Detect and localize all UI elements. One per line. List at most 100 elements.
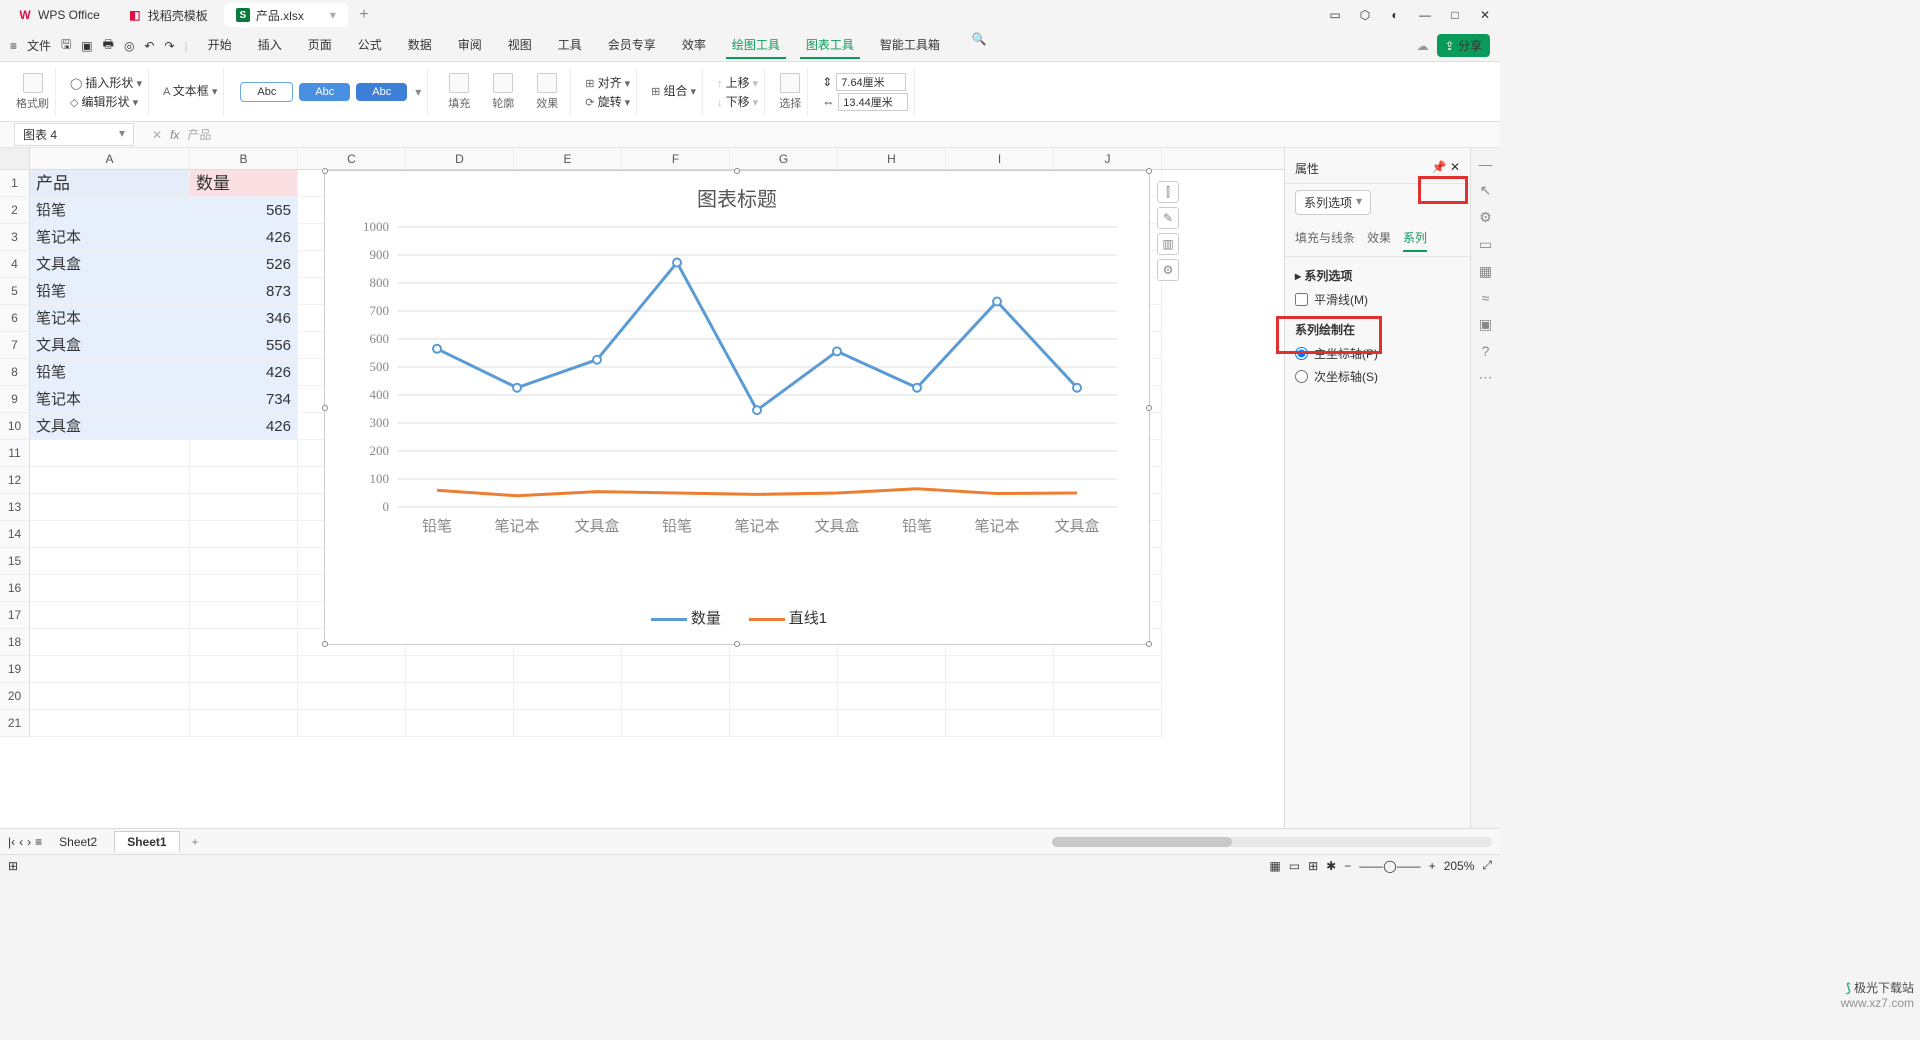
cell[interactable]: 文具盒 <box>30 332 190 359</box>
cell[interactable] <box>1054 710 1162 737</box>
cell[interactable] <box>190 440 298 467</box>
select[interactable]: 选择 <box>773 68 808 116</box>
row-header[interactable]: 6 <box>0 305 30 332</box>
tab-file-active[interactable]: S产品.xlsx▾ <box>224 3 348 27</box>
col-B[interactable]: B <box>190 148 298 169</box>
move-down[interactable]: ↓ 下移 ▾ <box>717 93 758 110</box>
cell[interactable]: 笔记本 <box>30 224 190 251</box>
menu-tool[interactable]: 工具 <box>552 32 588 59</box>
sheet-tab-sheet1[interactable]: Sheet1 <box>114 831 179 852</box>
formula-value[interactable]: 产品 <box>187 126 211 143</box>
cell[interactable] <box>838 710 946 737</box>
cell[interactable] <box>622 656 730 683</box>
menu-smart[interactable]: 智能工具箱 <box>874 32 946 59</box>
format-brush[interactable]: 格式刷 <box>10 68 56 116</box>
row-header[interactable]: 21 <box>0 710 30 737</box>
open-icon[interactable]: ▣ <box>81 39 92 53</box>
view-page-icon[interactable]: ▭ <box>1289 859 1300 873</box>
view-normal-icon[interactable]: ▦ <box>1269 859 1280 873</box>
smooth-line-checkbox[interactable]: 平滑线(M) <box>1295 288 1460 311</box>
cell[interactable]: 526 <box>190 251 298 278</box>
cloud-icon[interactable]: ☁ <box>1417 39 1429 53</box>
row-header[interactable]: 18 <box>0 629 30 656</box>
cell[interactable] <box>190 656 298 683</box>
expand-icon[interactable]: ⤢ <box>1482 858 1492 873</box>
prev-sheet-icon[interactable]: ‹ <box>19 835 23 849</box>
print-icon[interactable]: 🖶 <box>103 35 114 56</box>
tune-icon[interactable]: ≈ <box>1482 290 1490 306</box>
row-header[interactable]: 8 <box>0 359 30 386</box>
name-box[interactable]: 图表 4▾ <box>14 123 134 146</box>
col-C[interactable]: C <box>298 148 406 169</box>
cell[interactable]: 文具盒 <box>30 413 190 440</box>
cell[interactable] <box>730 683 838 710</box>
view-break-icon[interactable]: ⊞ <box>1308 859 1318 873</box>
row-header[interactable]: 14 <box>0 521 30 548</box>
cell[interactable] <box>30 440 190 467</box>
cell[interactable] <box>730 710 838 737</box>
row-header[interactable]: 20 <box>0 683 30 710</box>
row-header[interactable]: 3 <box>0 224 30 251</box>
new-tab-button[interactable]: + <box>352 6 376 24</box>
file-menu[interactable]: 文件 <box>27 37 51 54</box>
cell[interactable] <box>190 575 298 602</box>
cell[interactable] <box>298 710 406 737</box>
row-header[interactable]: 2 <box>0 197 30 224</box>
height-input[interactable] <box>836 73 906 91</box>
move-up[interactable]: ↑ 上移 ▾ <box>717 74 758 91</box>
group[interactable]: ⊞ 组合 ▾ <box>651 82 696 99</box>
cell[interactable]: 734 <box>190 386 298 413</box>
cell[interactable]: 346 <box>190 305 298 332</box>
cell[interactable] <box>30 575 190 602</box>
cell[interactable]: 笔记本 <box>30 386 190 413</box>
grid-icon[interactable]: ▦ <box>1479 263 1492 280</box>
cell[interactable]: 426 <box>190 359 298 386</box>
avatar-icon[interactable]: ◐ <box>1386 8 1404 22</box>
row-header[interactable]: 17 <box>0 602 30 629</box>
series-options-dropdown[interactable]: 系列选项▾ <box>1295 190 1371 215</box>
cell[interactable]: 565 <box>190 197 298 224</box>
style-abc-1[interactable]: Abc <box>240 82 293 102</box>
row-header[interactable]: 7 <box>0 332 30 359</box>
cell[interactable] <box>406 710 514 737</box>
outline-icon[interactable] <box>493 73 513 93</box>
chart-legend[interactable]: 数量 直线1 <box>325 607 1149 628</box>
pin-icon[interactable]: 📌 <box>1432 160 1447 174</box>
zoom-value[interactable]: 205% <box>1444 859 1475 873</box>
text-box[interactable]: A 文本框 ▾ <box>163 82 217 99</box>
panel-tab-series[interactable]: 系列 <box>1403 225 1427 252</box>
clipboard-icon[interactable]: ▭ <box>1479 236 1492 253</box>
minimize-icon[interactable]: — <box>1416 8 1434 22</box>
menu-view[interactable]: 视图 <box>502 32 538 59</box>
next-sheet-icon[interactable]: › <box>27 835 31 849</box>
menu-vip[interactable]: 会员专享 <box>602 32 662 59</box>
cell[interactable] <box>514 656 622 683</box>
cell[interactable] <box>30 710 190 737</box>
cell[interactable] <box>514 683 622 710</box>
first-sheet-icon[interactable]: |‹ <box>8 835 15 849</box>
col-E[interactable]: E <box>514 148 622 169</box>
spreadsheet[interactable]: A B C D E F G H I J 1产品数量 2铅笔565 3笔记本426… <box>0 148 1284 828</box>
cell[interactable] <box>190 548 298 575</box>
chart-elements-icon[interactable]: ⫿ <box>1157 181 1179 203</box>
row-header[interactable]: 1 <box>0 170 30 197</box>
style-abc-2[interactable]: Abc <box>299 83 350 101</box>
list-sheets-icon[interactable]: ≡ <box>35 835 42 849</box>
cell[interactable]: 数量 <box>190 170 298 197</box>
cell[interactable]: 426 <box>190 224 298 251</box>
app-icon[interactable]: ▭ <box>1326 8 1344 22</box>
col-G[interactable]: G <box>730 148 838 169</box>
row-header[interactable]: 5 <box>0 278 30 305</box>
cell[interactable] <box>622 710 730 737</box>
tab-menu-icon[interactable]: ▾ <box>330 8 336 22</box>
cell[interactable] <box>1054 656 1162 683</box>
menu-insert[interactable]: 插入 <box>252 32 288 59</box>
cell[interactable]: 铅笔 <box>30 197 190 224</box>
undo-icon[interactable]: ↶ <box>144 39 154 53</box>
tab-wps[interactable]: WWPS Office <box>6 3 112 27</box>
add-sheet-button[interactable]: + <box>184 835 207 849</box>
cell[interactable] <box>30 683 190 710</box>
cell[interactable] <box>406 656 514 683</box>
chart-object[interactable]: 图表标题 01002003004005006007008009001000铅笔笔… <box>324 170 1150 645</box>
redo-icon[interactable]: ↷ <box>164 39 174 53</box>
